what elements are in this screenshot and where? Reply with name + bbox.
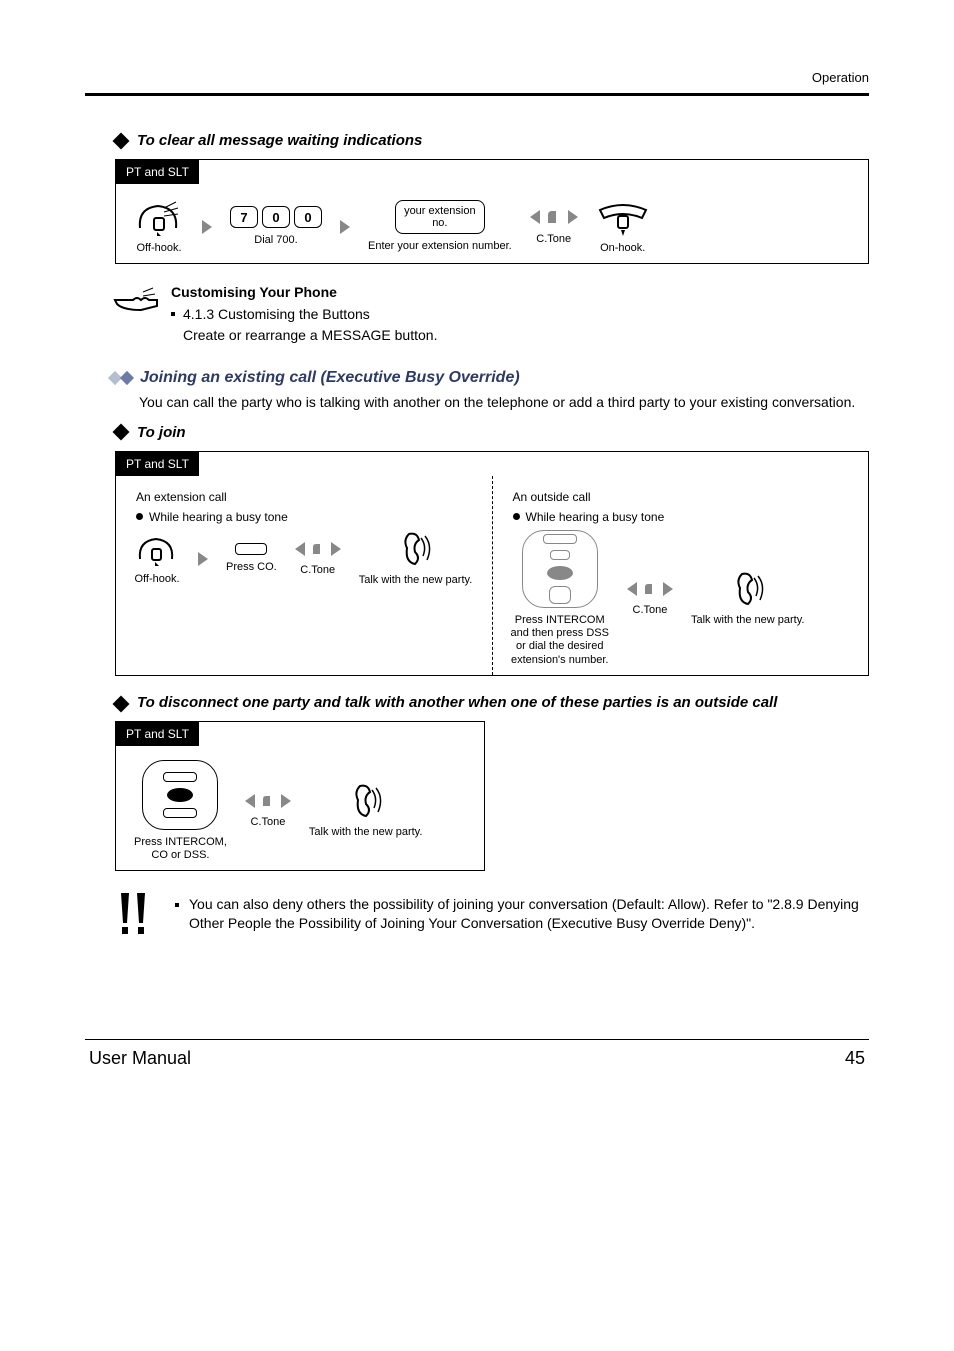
- arrow-icon: [198, 552, 208, 566]
- dial-key-0a: 0: [262, 206, 290, 228]
- arrow-icon: [202, 220, 212, 234]
- dial-keys-icon: 7 0 0: [230, 206, 322, 228]
- arrow-icon: [340, 220, 350, 234]
- offhook-phone-icon: [134, 531, 180, 567]
- right-intercom-caption: Press INTERCOM and then press DSS or dia…: [511, 614, 609, 667]
- panel-clear-msg: PT and SLT Off-hook. 7: [115, 159, 869, 264]
- confirmation-tone-icon: [530, 207, 578, 227]
- panel-disconnect: PT and SLT Press INTERCOM, CO or DSS.: [115, 721, 485, 871]
- hand-point-icon: [113, 282, 159, 312]
- dial-key-7: 7: [230, 206, 258, 228]
- handset-talk-icon: [399, 530, 431, 568]
- confirmation-tone-icon: [295, 540, 341, 558]
- panel-to-join: PT and SLT An extension call While heari…: [115, 451, 869, 676]
- left-led-text: While hearing a busy tone: [149, 510, 288, 524]
- handset-talk-icon: [350, 782, 382, 820]
- double-exclamation-icon: [115, 889, 155, 939]
- phone-button-group-icon: [142, 760, 218, 830]
- left-co-caption: Press CO.: [226, 561, 277, 574]
- right-talk-caption: Talk with the new party.: [691, 614, 805, 627]
- left-talk-caption: Talk with the new party.: [359, 574, 473, 587]
- offhook-caption: Off-hook.: [136, 242, 181, 255]
- section-title-to-join: To join: [137, 424, 186, 441]
- panel-tab: PT and SLT: [116, 722, 199, 746]
- subsection-description: You can call the party who is talking wi…: [139, 393, 869, 412]
- panel3-ctone-caption: C.Tone: [250, 816, 285, 829]
- header-rule: [85, 93, 869, 96]
- handset-talk-icon: [732, 570, 764, 608]
- customise-line2: Create or rearrange a MESSAGE button.: [183, 325, 437, 345]
- co-button-icon: [235, 543, 267, 555]
- footer-left: User Manual: [89, 1048, 191, 1069]
- double-diamond-icon: [115, 373, 132, 383]
- section-title-disconnect: To disconnect one party and talk with an…: [137, 694, 777, 711]
- confirmation-tone-icon: [245, 792, 291, 810]
- panel-tab: PT and SLT: [116, 160, 199, 184]
- right-led-text: While hearing a busy tone: [526, 510, 665, 524]
- left-ctone-caption: C.Tone: [300, 564, 335, 577]
- footer-page-number: 45: [845, 1048, 865, 1069]
- confirmation-tone-icon: [627, 580, 673, 598]
- header-category: Operation: [85, 70, 869, 85]
- offhook-phone-icon: [134, 198, 184, 236]
- section-title-clear-msg: To clear all message waiting indications: [137, 132, 422, 149]
- dial-key-0b: 0: [294, 206, 322, 228]
- diamond-icon: [113, 695, 130, 712]
- customise-line1: 4.1.3 Customising the Buttons: [183, 304, 437, 324]
- right-top-text: An outside call: [513, 490, 851, 504]
- subsection-title-joining: Joining an existing call (Executive Busy…: [140, 369, 520, 387]
- customise-heading: Customising Your Phone: [171, 282, 437, 302]
- ctone-caption: C.Tone: [536, 233, 571, 246]
- footer-rule: [85, 1039, 869, 1040]
- phone-button-group-icon: [522, 530, 598, 608]
- extension-caption: Enter your extension number.: [368, 240, 512, 253]
- bullet-dot: [171, 312, 175, 316]
- dial-caption: Dial 700.: [254, 234, 297, 247]
- led-dot-icon: [136, 513, 143, 520]
- diamond-icon: [113, 424, 130, 441]
- panel3-talk-caption: Talk with the new party.: [309, 826, 423, 839]
- exclamation-note-text: You can also deny others the possibility…: [189, 895, 869, 933]
- bullet-dot: [175, 903, 179, 907]
- left-offhook-caption: Off-hook.: [134, 573, 179, 586]
- diamond-icon: [113, 132, 130, 149]
- extension-box: your extension no.: [395, 200, 485, 234]
- onhook-phone-icon: [596, 198, 650, 236]
- left-top-text: An extension call: [136, 490, 474, 504]
- right-ctone-caption: C.Tone: [633, 604, 668, 617]
- onhook-caption: On-hook.: [600, 242, 645, 255]
- led-dot-icon: [513, 513, 520, 520]
- panel-tab: PT and SLT: [116, 452, 199, 476]
- panel3-caption: Press INTERCOM, CO or DSS.: [134, 836, 227, 862]
